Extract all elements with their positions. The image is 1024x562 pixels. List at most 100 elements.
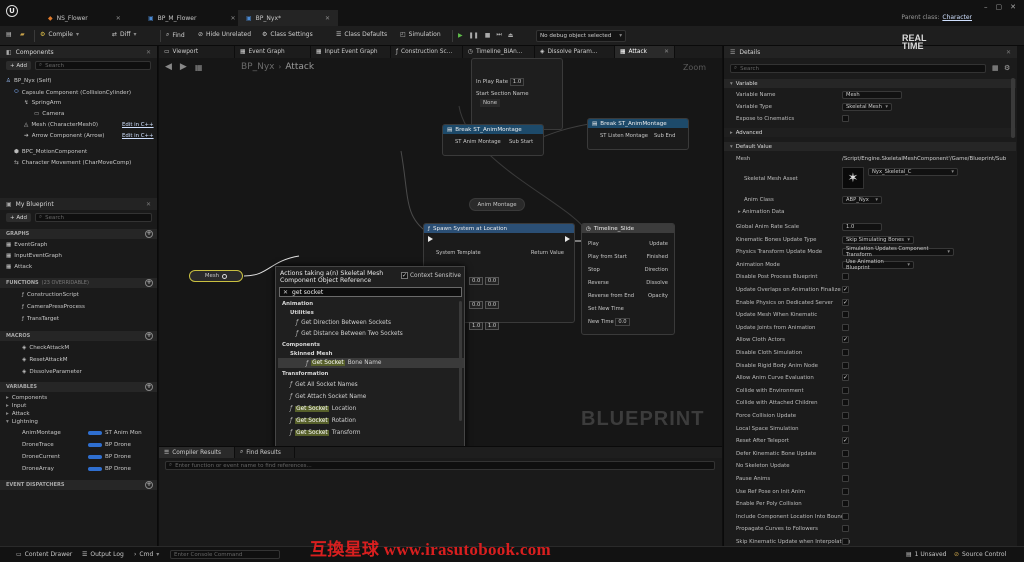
component-item[interactable]: ⬭ Capsule Component (CollisionCylinder): [14, 89, 131, 96]
component-item[interactable]: ▭ Camera: [34, 111, 64, 117]
grid-view-icon[interactable]: ▦: [992, 64, 999, 72]
property-dropdown[interactable]: Simulation Updates Component Transform ▾: [842, 246, 954, 258]
graph-item[interactable]: ▦ InputEventGraph: [6, 253, 62, 259]
cmd-dropdown[interactable]: › Cmd ▾: [134, 551, 159, 558]
variable-type[interactable]: ST Anim Mon: [88, 430, 142, 436]
checkbox-unchecked-icon[interactable]: [842, 387, 849, 394]
variable-category[interactable]: ▸ Components: [6, 395, 47, 401]
menu-item-selected[interactable]: ƒ Get Socket Bone Name: [278, 358, 464, 368]
variable-category[interactable]: ▾ Lightning: [6, 419, 38, 425]
component-item[interactable]: ↯ SpringArm: [24, 100, 61, 106]
tab-ns-flower[interactable]: ◆ NS_Flower ✕: [40, 10, 129, 26]
add-function-icon[interactable]: +: [145, 279, 153, 287]
tab-construction-script[interactable]: ƒ Construction Sc...: [391, 46, 463, 58]
play-icon[interactable]: ▶: [458, 32, 463, 39]
mesh-getter-node[interactable]: Mesh: [189, 270, 243, 282]
checkbox-unchecked-icon[interactable]: [842, 488, 849, 495]
add-component-button[interactable]: + Add: [6, 61, 32, 70]
hide-unrelated-button[interactable]: ⊘ Hide Unrelated: [198, 31, 251, 38]
checkbox-checked-icon[interactable]: ✓: [842, 286, 849, 293]
close-icon[interactable]: ✕: [146, 201, 151, 208]
variable-item[interactable]: DroneTrace: [22, 442, 54, 448]
section-name-value[interactable]: None: [480, 99, 501, 107]
context-sensitive-toggle[interactable]: ✓ Context Sensitive: [401, 272, 461, 279]
debug-filter-dropdown[interactable]: No debug object selected ▾: [536, 30, 626, 42]
pause-icon[interactable]: ❚❚: [469, 32, 479, 39]
close-icon[interactable]: ✕: [146, 49, 151, 56]
add-macro-icon[interactable]: +: [145, 332, 153, 340]
variable-type[interactable]: BP Drone: [88, 466, 131, 472]
checkbox-unchecked-icon[interactable]: [842, 475, 849, 482]
checkbox-unchecked-icon[interactable]: [842, 324, 849, 331]
property-dropdown[interactable]: Use Animation Blueprint ▾: [842, 259, 914, 271]
vector-input[interactable]: 0.0 0.0: [469, 277, 500, 285]
console-command-input[interactable]: Enter Console Command: [170, 550, 280, 559]
variable-item[interactable]: AnimMontage: [22, 430, 61, 436]
break-struct-node[interactable]: ▤ Break ST_AnimMontage ST Anim Montage Su…: [442, 124, 544, 156]
section-default-value[interactable]: ▾ Default Value: [724, 142, 1016, 151]
section-variables[interactable]: VARIABLES +: [0, 382, 157, 392]
tab-bp-nyx[interactable]: ▣ BP_Nyx* ✕: [238, 10, 339, 26]
tab-timeline[interactable]: ◷ Timeline_BiAn...: [463, 46, 535, 58]
menu-item[interactable]: ƒ Get Direction Between Sockets: [296, 319, 391, 326]
break-struct-node[interactable]: ▤ Break ST_AnimMontage ST Listen Montage …: [587, 118, 689, 150]
tab-bp-m-flower[interactable]: ▣ BP_M_Flower ✕: [140, 10, 243, 26]
components-search-input[interactable]: ⌕ Search: [35, 61, 151, 70]
section-macros[interactable]: MACROS +: [0, 331, 157, 341]
add-graph-icon[interactable]: +: [145, 230, 153, 238]
component-item[interactable]: ⇆ Character Movement (CharMoveComp): [14, 160, 131, 166]
close-icon[interactable]: ✕: [1006, 49, 1011, 56]
variable-name-input[interactable]: Mesh: [842, 91, 902, 99]
checkbox-unchecked-icon[interactable]: [842, 425, 849, 432]
step-icon[interactable]: ⏭: [496, 31, 501, 39]
component-item[interactable]: ♙ BP_Nyx (Self): [6, 78, 52, 84]
source-control-button[interactable]: ⊘ Source Control: [954, 551, 1006, 558]
exec-in-pin[interactable]: [428, 236, 433, 242]
find-button[interactable]: ⌕ Find: [166, 31, 185, 39]
variable-category[interactable]: ▸ Attack: [6, 411, 30, 417]
blueprint-search-input[interactable]: ⌕ Search: [35, 213, 152, 222]
menu-scrollbar[interactable]: [459, 301, 462, 421]
unreal-logo-icon[interactable]: U: [6, 5, 18, 17]
tab-dissolve-param[interactable]: ◈ Dissolve Param...: [535, 46, 615, 58]
menu-item[interactable]: ƒ Get Attach Socket Name: [290, 393, 366, 400]
close-icon[interactable]: ✕: [230, 15, 235, 22]
menu-item[interactable]: ƒ Get Socket Rotation: [290, 417, 356, 424]
variable-type[interactable]: BP Drone: [88, 442, 131, 448]
macro-item[interactable]: ◈ DissolveParameter: [22, 369, 82, 375]
back-arrow-icon[interactable]: ◀: [165, 62, 172, 72]
menu-item[interactable]: ƒ Get All Socket Names: [290, 381, 358, 388]
checkbox-unchecked-icon[interactable]: [842, 399, 849, 406]
vector-input[interactable]: 0.0 0.0: [469, 301, 500, 309]
section-functions[interactable]: FUNCTIONS (23 OVERRIDABLE) +: [0, 278, 157, 288]
expose-checkbox[interactable]: [842, 115, 849, 122]
checkbox-unchecked-icon[interactable]: [842, 462, 849, 469]
variable-item[interactable]: DroneArray: [22, 466, 54, 472]
tab-find-results[interactable]: ⌕ Find Results: [235, 447, 295, 458]
checkbox-unchecked-icon[interactable]: [842, 412, 849, 419]
checkbox-checked-icon[interactable]: ✓: [842, 299, 849, 306]
property-number-input[interactable]: 1.0: [842, 223, 882, 231]
timeline-node[interactable]: ◷ Timeline_Slide Play Play from Start Sto…: [581, 223, 675, 335]
tab-compiler-results[interactable]: ☰ Compiler Results: [159, 447, 235, 458]
tab-input-event-graph[interactable]: ▦ Input Event Graph: [311, 46, 391, 58]
diff-button[interactable]: ⇄ Diff ▾: [112, 31, 136, 38]
section-advanced[interactable]: ▸ Advanced: [724, 128, 1016, 137]
class-defaults-button[interactable]: ☰ Class Defaults: [336, 31, 387, 38]
minimize-icon[interactable]: –: [984, 3, 988, 11]
grid-icon[interactable]: ▦: [195, 63, 203, 72]
tab-event-graph[interactable]: ▦ Event Graph: [235, 46, 311, 58]
unsaved-indicator[interactable]: ▤ 1 Unsaved: [906, 551, 946, 558]
checkbox-unchecked-icon[interactable]: [842, 513, 849, 520]
macro-item[interactable]: ◈ ResetAttackM: [22, 357, 68, 363]
graph-item[interactable]: ▦ EventGraph: [6, 242, 47, 248]
function-item[interactable]: ƒ TransTarget: [22, 316, 59, 322]
add-dispatcher-icon[interactable]: +: [145, 481, 153, 489]
checkbox-unchecked-icon[interactable]: [842, 362, 849, 369]
checkbox-checked-icon[interactable]: ✓: [842, 336, 849, 343]
macro-item[interactable]: ◈ CheckAttackM: [22, 345, 69, 351]
checkbox-unchecked-icon[interactable]: [842, 450, 849, 457]
play-montage-node[interactable]: In Play Rate 1.0 Start Section Name None: [471, 58, 563, 130]
settings-icon[interactable]: ⚙: [1004, 64, 1010, 72]
anim-class-dropdown[interactable]: ABP_Nyx ▾: [842, 196, 882, 204]
